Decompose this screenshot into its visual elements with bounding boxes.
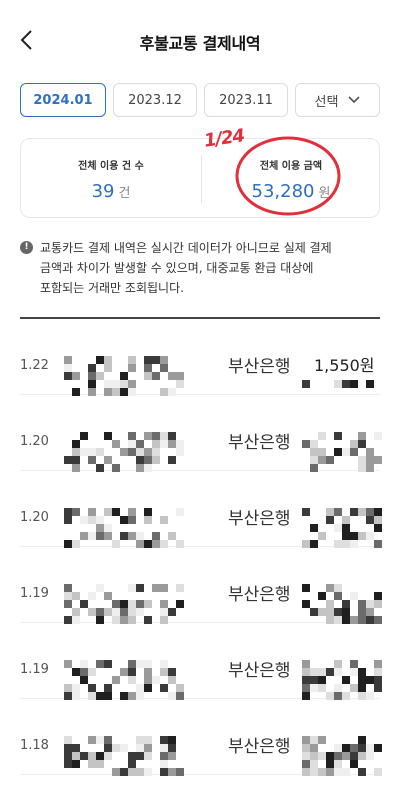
list-item[interactable]: 1.22 부산은행 1,550원: [20, 320, 382, 396]
section-divider: [20, 317, 380, 319]
tab-label: 2024.01: [33, 92, 93, 108]
redacted-details: [64, 356, 184, 396]
amount-value: 53,280: [251, 181, 315, 202]
notice: ! 교통카드 결제 내역은 실시간 데이터가 아니므로 실제 결제 금액과 차이…: [20, 238, 380, 298]
redacted-status: [302, 380, 382, 392]
tab-label: 2023.12: [128, 92, 182, 108]
count-summary: 전체 이용 건 수 39 건: [21, 139, 201, 219]
notice-text: 교통카드 결제 내역은 실시간 데이터가 아니므로 실제 결제 금액과 차이가 …: [40, 238, 380, 298]
tab-2024-01[interactable]: 2024.01: [20, 83, 106, 117]
month-tabs: 2024.01 2023.12 2023.11 선택: [20, 83, 380, 119]
transaction-date: 1.20: [20, 434, 49, 449]
count-value-wrap: 39 건: [21, 181, 201, 202]
select-dropdown[interactable]: 선택: [295, 83, 380, 117]
amount-unit: 원: [318, 186, 331, 201]
tab-label: 2023.11: [219, 92, 273, 108]
amount-label: 전체 이용 금액: [259, 161, 323, 172]
transaction-amount: 1,550원: [314, 356, 375, 375]
transaction-bank: 부산은행: [228, 737, 291, 757]
list-item[interactable]: 1.20 부산은행: [20, 396, 382, 472]
list-item[interactable]: 1.18 부산은행: [20, 700, 382, 776]
list-item[interactable]: 1.20 부산은행: [20, 472, 382, 548]
transaction-bank: 부산은행: [228, 433, 291, 453]
transaction-bank: 부산은행: [228, 357, 291, 377]
redacted-amount: [302, 508, 382, 548]
count-value: 39: [91, 181, 115, 202]
select-label: 선택: [314, 94, 339, 110]
count-label: 전체 이용 건 수: [78, 161, 144, 172]
chevron-down-icon: [348, 96, 361, 104]
redacted-amount: [302, 584, 382, 624]
header: 후불교통 결제내역: [0, 0, 400, 80]
page-title: 후불교통 결제내역: [139, 34, 261, 53]
exclamation-circle-icon: !: [20, 241, 33, 254]
redacted-details: [64, 508, 184, 548]
transaction-bank: 부산은행: [228, 661, 291, 681]
redacted-amount: [302, 432, 382, 472]
redacted-details: [64, 584, 184, 624]
redacted-amount: [302, 736, 382, 776]
transaction-date: 1.18: [20, 738, 49, 753]
transaction-date: 1.19: [20, 662, 49, 677]
list-item[interactable]: 1.19 부산은행: [20, 624, 382, 700]
transaction-bank: 부산은행: [228, 585, 291, 605]
redacted-details: [64, 736, 184, 776]
transaction-date: 1.19: [20, 586, 49, 601]
transaction-date: 1.20: [20, 510, 49, 525]
tab-2023-12[interactable]: 2023.12: [113, 83, 197, 117]
redacted-details: [64, 432, 184, 472]
amount-value-wrap: 53,280 원: [201, 181, 381, 202]
redacted-details: [64, 660, 184, 700]
redacted-amount: [302, 660, 382, 700]
transaction-bank: 부산은행: [228, 509, 291, 529]
tab-2023-11[interactable]: 2023.11: [204, 83, 288, 117]
notice-line: 금액과 차이가 발생할 수 있으며, 대중교통 환급 대상에: [40, 261, 314, 275]
count-unit: 건: [118, 186, 131, 201]
usage-summary-card: 전체 이용 건 수 39 건 전체 이용 금액 53,280 원: [20, 138, 380, 218]
notice-line: 교통카드 결제 내역은 실시간 데이터가 아니므로 실제 결제: [40, 241, 332, 255]
transaction-date: 1.22: [20, 358, 49, 373]
notice-line: 포함되는 거래만 조회됩니다.: [40, 281, 184, 295]
amount-summary: 전체 이용 금액 53,280 원: [201, 139, 381, 219]
list-item[interactable]: 1.19 부산은행: [20, 548, 382, 624]
